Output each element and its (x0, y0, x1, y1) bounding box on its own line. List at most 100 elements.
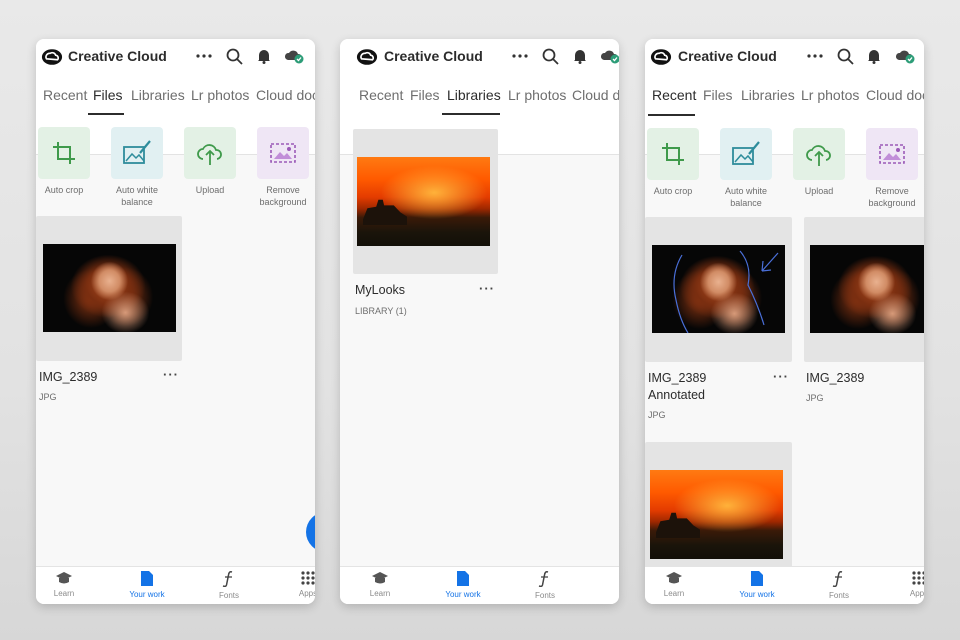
cloud-sync-icon[interactable] (895, 46, 915, 66)
nav-apps[interactable]: Apps (889, 571, 924, 598)
nav-fonts[interactable]: Fonts (809, 571, 869, 600)
tab-cloud-docs[interactable]: Cloud docs (866, 87, 924, 103)
tab-libraries[interactable]: Libraries (131, 87, 185, 103)
file-type-2: JPG (806, 393, 824, 403)
active-tab-indicator (648, 114, 695, 116)
crop-icon (53, 142, 75, 164)
graduation-cap-icon (372, 572, 388, 584)
auto-crop-button[interactable] (38, 127, 90, 179)
tab-files[interactable]: Files (703, 87, 733, 103)
bell-icon[interactable] (570, 46, 590, 66)
tab-recent[interactable]: Recent (652, 87, 696, 103)
nav-fonts[interactable]: Fonts (515, 571, 575, 600)
nav-learn[interactable]: Learn (36, 571, 94, 598)
file-name-2: IMG_2389 (806, 371, 865, 385)
font-icon (538, 571, 549, 587)
file-card[interactable] (645, 217, 792, 362)
remove-background-button[interactable] (257, 127, 309, 179)
tab-lr-photos[interactable]: Lr photos (801, 87, 859, 103)
nav-your-work[interactable]: Your work (117, 571, 177, 599)
file-type: JPG (39, 392, 57, 402)
nav-learn[interactable]: Learn (350, 571, 410, 598)
nav-fonts[interactable]: Fonts (199, 571, 259, 600)
auto-crop-label: Auto crop (44, 185, 84, 195)
auto-crop-button[interactable] (647, 128, 699, 180)
phone-recent: Creative Cloud Recent Files Libraries Lr… (645, 39, 924, 604)
font-icon (222, 571, 233, 587)
library-type: LIBRARY (1) (355, 306, 407, 316)
file-more-button[interactable]: ··· (773, 369, 789, 384)
ellipsis-icon[interactable] (510, 46, 530, 66)
nav-apps[interactable]: Apps (278, 571, 315, 598)
nav-learn[interactable]: Learn (645, 571, 704, 598)
remove-background-icon (270, 143, 296, 163)
top-bar: Creative Cloud (645, 39, 924, 77)
document-icon (751, 571, 763, 586)
search-icon[interactable] (835, 46, 855, 66)
library-name: MyLooks (355, 283, 406, 297)
bell-icon[interactable] (254, 46, 274, 66)
top-bar: Creative Cloud (340, 39, 619, 77)
upload-button[interactable] (793, 128, 845, 180)
auto-white-balance-label: Auto white balance (724, 186, 768, 208)
upload-button[interactable] (184, 127, 236, 179)
apps-grid-icon (912, 571, 924, 585)
document-icon (457, 571, 469, 586)
library-card[interactable] (645, 442, 792, 572)
library-more-button[interactable]: ··· (479, 281, 495, 296)
tab-cloud-docs[interactable]: Cloud docs (256, 87, 315, 103)
remove-background-button[interactable] (866, 128, 918, 180)
file-card[interactable] (36, 216, 182, 361)
cloud-sync-icon[interactable] (600, 46, 619, 66)
file-name-line1: IMG_2389 (648, 371, 707, 385)
file-thumbnail (652, 245, 785, 333)
bottom-nav: Learn Your work Fonts Apps (645, 566, 924, 604)
remove-background-label: Remove background (259, 185, 307, 207)
tab-lr-photos[interactable]: Lr photos (508, 87, 566, 103)
active-tab-indicator (88, 113, 124, 115)
ellipsis-icon[interactable] (194, 46, 214, 66)
document-icon (141, 571, 153, 586)
tab-recent[interactable]: Recent (43, 87, 87, 103)
cloud-sync-icon[interactable] (284, 46, 304, 66)
auto-white-balance-label: Auto white balance (115, 185, 159, 207)
ellipsis-icon[interactable] (805, 46, 825, 66)
crop-icon (662, 143, 684, 165)
bottom-nav: Learn Your work Fonts Apps (36, 566, 315, 604)
auto-crop-label: Auto crop (653, 186, 693, 196)
tab-cloud-docs[interactable]: Cloud docs (572, 87, 619, 103)
file-name-line2: Annotated (648, 388, 705, 402)
nav-your-work[interactable]: Your work (433, 571, 493, 599)
cloud-upload-icon (197, 144, 222, 165)
tab-files[interactable]: Files (410, 87, 440, 103)
library-card[interactable] (353, 129, 498, 274)
apps-grid-icon (301, 571, 315, 585)
tab-libraries[interactable]: Libraries (741, 87, 795, 103)
file-thumbnail (810, 245, 924, 333)
bell-icon[interactable] (864, 46, 884, 66)
white-balance-icon (732, 141, 760, 165)
creative-cloud-logo-icon (41, 49, 63, 65)
ship-silhouette (363, 199, 407, 225)
remove-background-label: Remove background (868, 186, 916, 208)
file-card-2[interactable] (804, 217, 924, 362)
search-icon[interactable] (224, 46, 244, 66)
tab-recent[interactable]: Recent (359, 87, 403, 103)
tab-libraries[interactable]: Libraries (447, 87, 501, 103)
upload-label: Upload (195, 185, 225, 195)
file-thumbnail (43, 244, 176, 332)
auto-white-balance-button[interactable] (720, 128, 772, 180)
file-name: IMG_2389 (39, 370, 98, 384)
tab-files[interactable]: Files (93, 87, 123, 103)
app-title: Creative Cloud (68, 48, 167, 64)
file-name: IMG_2389 Annotated (648, 370, 706, 404)
phone-files: Creative Cloud Recent Files Libraries Lr… (36, 39, 315, 604)
auto-white-balance-button[interactable] (111, 127, 163, 179)
app-title: Creative Cloud (678, 48, 777, 64)
tab-lr-photos[interactable]: Lr photos (191, 87, 249, 103)
file-more-button[interactable]: ··· (163, 367, 179, 382)
nav-your-work[interactable]: Your work (727, 571, 787, 599)
search-icon[interactable] (540, 46, 560, 66)
app-title: Creative Cloud (384, 48, 483, 64)
add-button[interactable] (306, 512, 315, 552)
